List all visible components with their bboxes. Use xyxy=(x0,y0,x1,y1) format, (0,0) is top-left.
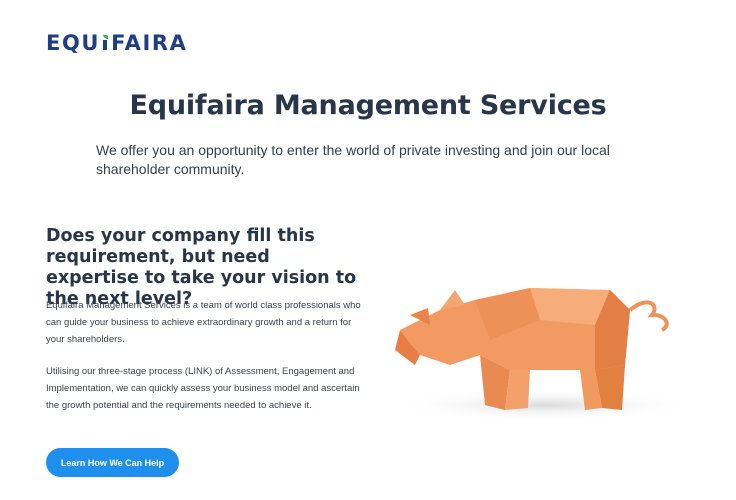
hero-subtitle: We offer you an opportunity to enter the… xyxy=(96,142,610,177)
hero-title: Equifaira Management Services xyxy=(129,90,607,121)
logo-text-suffix: FAIRA xyxy=(111,31,188,55)
logo-leaf-icon xyxy=(101,34,110,50)
section-paragraph-2: Utilising our three-stage process (LINK)… xyxy=(46,366,360,411)
section-paragraph-1: Equifaira Management Services is a team … xyxy=(46,300,361,345)
learn-more-button[interactable]: Learn How We Can Help xyxy=(46,448,179,477)
origami-pig-image xyxy=(380,270,700,430)
logo-text-prefix: EQU xyxy=(46,31,101,55)
brand-logo[interactable]: EQU FAIRA xyxy=(46,31,188,55)
